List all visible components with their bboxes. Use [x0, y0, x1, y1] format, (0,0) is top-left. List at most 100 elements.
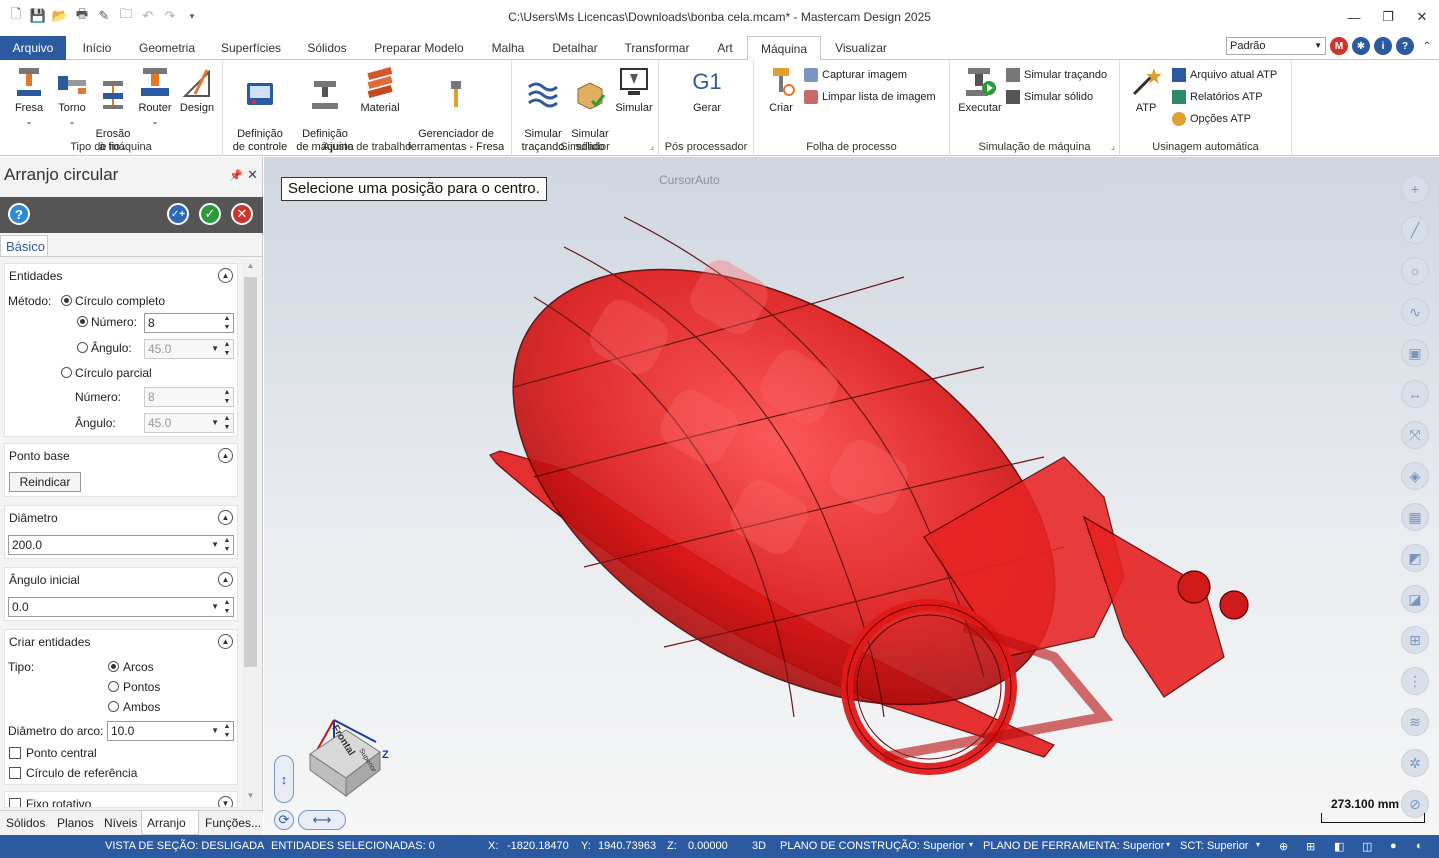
dialog-launcher-icon[interactable]: ⌟ [650, 141, 654, 152]
fixo-rotativo-checkbox[interactable] [9, 798, 21, 807]
tab-detalhar[interactable]: Detalhar [544, 36, 606, 60]
panel-scrollbar[interactable]: ▲ ▼ [242, 259, 259, 807]
chevron-down-icon[interactable]: ▾ [1256, 840, 1260, 849]
tab-visualizar[interactable]: Visualizar [830, 36, 892, 60]
spinner-icon[interactable]: ▲ ▼ [221, 536, 233, 554]
tab-preparar-modelo[interactable]: Preparar Modelo [366, 36, 472, 60]
tab-niveis[interactable]: Níveis [104, 811, 137, 835]
tab-arquivo[interactable]: Arquivo [0, 36, 66, 60]
translucency-icon[interactable]: ◐ [1416, 840, 1423, 852]
tab-maquina[interactable]: Máquina [747, 36, 821, 61]
tab-geometria[interactable]: Geometria [134, 36, 200, 60]
circulo-parcial-radio[interactable] [61, 367, 72, 378]
scroll-thumb[interactable] [244, 277, 257, 667]
cancel-button[interactable]: ✕ [231, 203, 253, 225]
layers-mix-icon[interactable]: ◩ [1401, 544, 1429, 572]
scroll-down-icon[interactable]: ▼ [244, 791, 257, 805]
shaded-icon[interactable]: ◧ [1334, 840, 1344, 853]
reindicar-button[interactable]: Reindicar [9, 472, 81, 492]
angulo-input[interactable]: 45.0 ▼ ▲ ▼ [144, 339, 234, 359]
spinner-icon[interactable]: ▲ ▼ [221, 722, 233, 740]
section-view-status[interactable]: VISTA DE SEÇÃO: DESLIGADA [105, 840, 264, 852]
collapse-icon[interactable]: ▲ [218, 448, 233, 463]
angulo-inicial-input[interactable]: 0.0 ▼ ▲ ▼ [8, 597, 234, 617]
limpar-lista-imagem-button[interactable]: Limpar lista de imagem [804, 90, 936, 104]
construction-plane-status[interactable]: PLANO DE CONSTRUÇÃO: Superior [780, 840, 965, 852]
numero-radio[interactable] [77, 316, 88, 327]
router-button[interactable]: Router ⌄ [134, 66, 176, 128]
minimize-button[interactable]: — [1337, 0, 1371, 34]
plus-icon[interactable]: + [1401, 175, 1429, 203]
opcoes-atp-button[interactable]: Opções ATP [1172, 112, 1251, 126]
sim-tracando-button[interactable]: Simular traçando [1006, 68, 1107, 82]
spinner-icon[interactable]: ▲ ▼ [221, 340, 233, 358]
restore-button[interactable]: ❐ [1371, 0, 1405, 34]
info-icon[interactable]: i [1374, 37, 1392, 55]
transform-tool-icon[interactable]: ⤧ [1401, 421, 1429, 449]
collapse-icon[interactable]: ▲ [218, 510, 233, 525]
tab-transformar[interactable]: Transformar [618, 36, 696, 60]
material-button[interactable]: Material [357, 66, 403, 115]
spinner-icon[interactable]: ▲ ▼ [221, 388, 233, 406]
vertical-pan-icon[interactable]: ↕ [274, 755, 294, 803]
pin-icon[interactable]: 📌 [229, 169, 243, 182]
profile-select[interactable]: Padrão ▼ [1226, 37, 1326, 55]
tab-arranjo[interactable]: Arranjo ... [141, 811, 199, 854]
tool-plane-status[interactable]: PLANO DE FERRAMENTA: Superior [983, 840, 1164, 852]
tab-planos[interactable]: Planos [57, 811, 94, 835]
arquivo-atual-atp-button[interactable]: Arquivo atual ATP [1172, 68, 1277, 82]
analyze-icon[interactable]: ◪ [1401, 585, 1429, 613]
spinner-icon[interactable]: ▲ ▼ [221, 598, 233, 616]
dialog-launcher-icon[interactable]: ⌟ [1111, 141, 1115, 152]
close-icon[interactable]: ✕ [247, 167, 258, 183]
globe-icon[interactable]: ⊕ [1279, 840, 1288, 853]
dimension-tool-icon[interactable]: ↔ [1401, 380, 1429, 408]
close-button[interactable]: ✕ [1405, 0, 1439, 34]
atp-button[interactable]: ATP [1126, 66, 1166, 115]
angulo-radio[interactable] [77, 342, 88, 353]
grenade-model[interactable] [264, 157, 1439, 835]
grid-toggle-icon[interactable]: ⊞ [1401, 626, 1429, 654]
numero-input[interactable]: 8 ▲ ▼ [144, 313, 234, 333]
circulo-completo-radio[interactable] [61, 295, 72, 306]
settings-icon[interactable]: ✱ [1352, 37, 1370, 55]
sim-solido-button[interactable]: Simular sólido [1006, 90, 1093, 104]
rotate-view-icon[interactable]: ⟳ [274, 810, 294, 830]
ponto-central-checkbox[interactable] [9, 747, 21, 759]
circle-tool-icon[interactable]: ○ [1401, 257, 1429, 285]
ok-and-create-button[interactable]: ✓+ [167, 203, 189, 225]
collapse-icon[interactable]: ▲ [218, 634, 233, 649]
tab-funcoes[interactable]: Funções... [205, 811, 261, 835]
sphere-shade-icon[interactable]: ● [1390, 840, 1397, 852]
wcs-status[interactable]: SCT: Superior [1180, 840, 1248, 852]
solid-tool-icon[interactable]: ▣ [1401, 339, 1429, 367]
mcam-icon[interactable]: M [1330, 37, 1348, 55]
circulo-referencia-checkbox[interactable] [9, 767, 21, 779]
layers-icon[interactable]: ≋ [1401, 708, 1429, 736]
design-button[interactable]: Design [176, 66, 218, 115]
horizontal-pan-icon[interactable]: ⟷ [298, 810, 346, 830]
tab-art[interactable]: Art [708, 36, 742, 60]
executar-button[interactable]: Executar [954, 66, 1006, 115]
hidden-line-icon[interactable]: ◫ [1362, 840, 1372, 853]
tab-basico[interactable]: Básico [0, 235, 48, 257]
help-button[interactable]: ? [8, 203, 30, 225]
fresa-button[interactable]: Fresa ⌄ [8, 66, 50, 128]
numero-parcial-input[interactable]: 8 ▲ ▼ [144, 387, 234, 407]
diametro-input[interactable]: 200.0 ▼ ▲ ▼ [8, 535, 234, 555]
ok-button[interactable]: ✓ [199, 203, 221, 225]
collapse-icon[interactable]: ▲ [218, 268, 233, 283]
spinner-icon[interactable]: ▲ ▼ [221, 414, 233, 432]
view-gnomon[interactable]: Z [296, 712, 416, 812]
simular-button[interactable]: Simular [612, 66, 656, 115]
line-tool-icon[interactable]: ╱ [1401, 216, 1429, 244]
tab-solidos[interactable]: Sólidos [300, 36, 354, 60]
collapse-icon[interactable]: ▼ [218, 796, 233, 807]
help-icon[interactable]: ? [1396, 37, 1414, 55]
tab-malha[interactable]: Malha [484, 36, 532, 60]
relatorios-atp-button[interactable]: Relatórios ATP [1172, 90, 1263, 104]
mode-3d[interactable]: 3D [752, 840, 766, 852]
tab-solidos-manager[interactable]: Sólidos [6, 811, 45, 835]
angulo-parcial-input[interactable]: 45.0 ▼ ▲ ▼ [144, 413, 234, 433]
pontos-radio[interactable] [108, 681, 119, 692]
